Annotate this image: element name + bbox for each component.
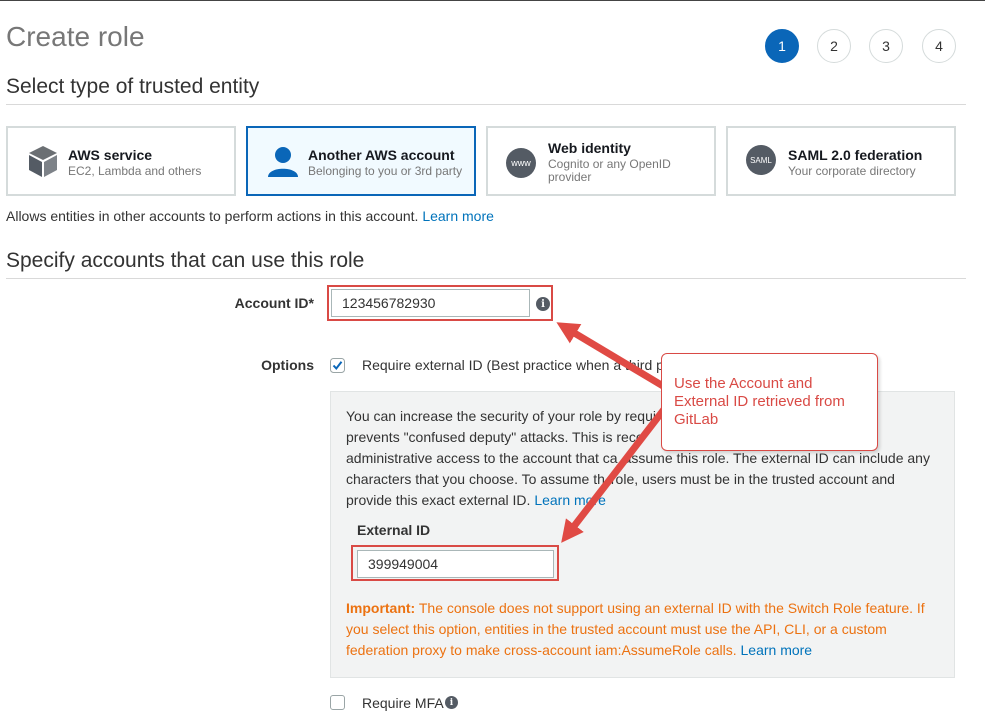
arrow-to-external-id [561,396,675,543]
arrow-to-account-id [556,322,670,393]
annotation-text: Use the Account and External ID retrieve… [674,375,845,428]
